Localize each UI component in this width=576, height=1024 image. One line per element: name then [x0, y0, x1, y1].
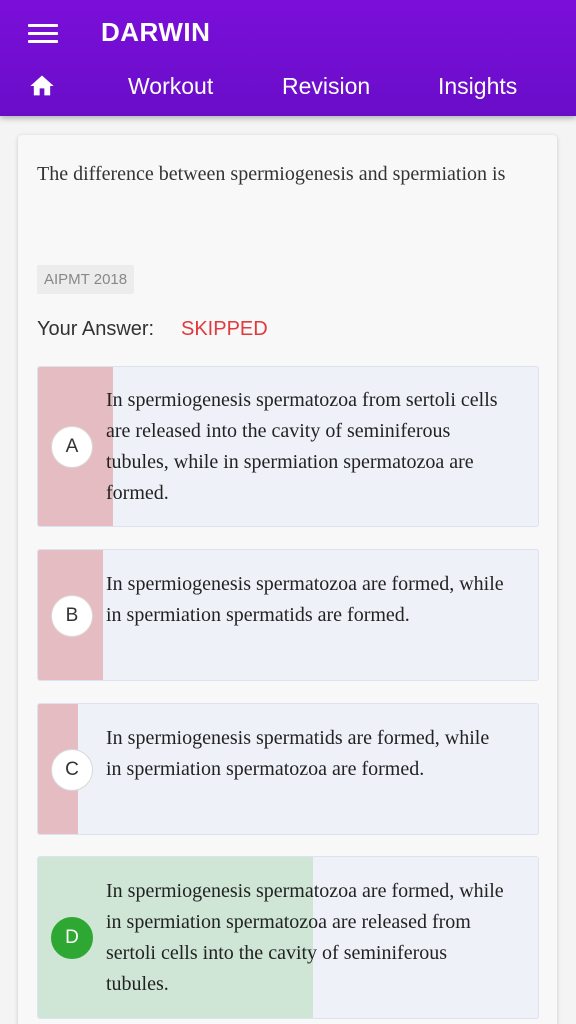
- tab-insights[interactable]: Insights: [438, 70, 517, 102]
- app-title: DARWIN: [101, 17, 211, 47]
- option-c[interactable]: C In spermiogenesis spermatids are forme…: [37, 703, 539, 835]
- option-a[interactable]: A In spermiogenesis spermatozoa from ser…: [37, 366, 539, 527]
- option-d[interactable]: D In spermiogenesis spermatozoa are form…: [37, 856, 539, 1019]
- option-text: In spermiogenesis spermatozoa are formed…: [106, 880, 504, 995]
- option-text: In spermiogenesis spermatozoa from serto…: [106, 389, 498, 504]
- app-header: DARWIN Workout Revision Insights: [0, 0, 576, 116]
- home-icon[interactable]: [28, 72, 56, 100]
- option-text: In spermiogenesis spermatids are formed,…: [106, 727, 490, 780]
- option-letter-badge: A: [51, 426, 93, 468]
- option-text: In spermiogenesis spermatozoa are formed…: [106, 573, 504, 626]
- correct-option-badge: D: [51, 917, 93, 959]
- option-letter-badge: C: [51, 749, 93, 791]
- your-answer-status: SKIPPED: [181, 318, 268, 340]
- question-text: The difference between spermiogenesis an…: [37, 163, 506, 185]
- option-letter-badge: B: [51, 595, 93, 637]
- tab-revision[interactable]: Revision: [282, 70, 370, 102]
- hamburger-menu-icon[interactable]: [28, 22, 58, 44]
- option-b[interactable]: B In spermiogenesis spermatozoa are form…: [37, 549, 539, 681]
- question-card: The difference between spermiogenesis an…: [18, 135, 557, 1024]
- exam-tag: AIPMT 2018: [37, 265, 135, 294]
- tab-workout[interactable]: Workout: [128, 70, 213, 102]
- your-answer-label: Your Answer:: [37, 318, 155, 340]
